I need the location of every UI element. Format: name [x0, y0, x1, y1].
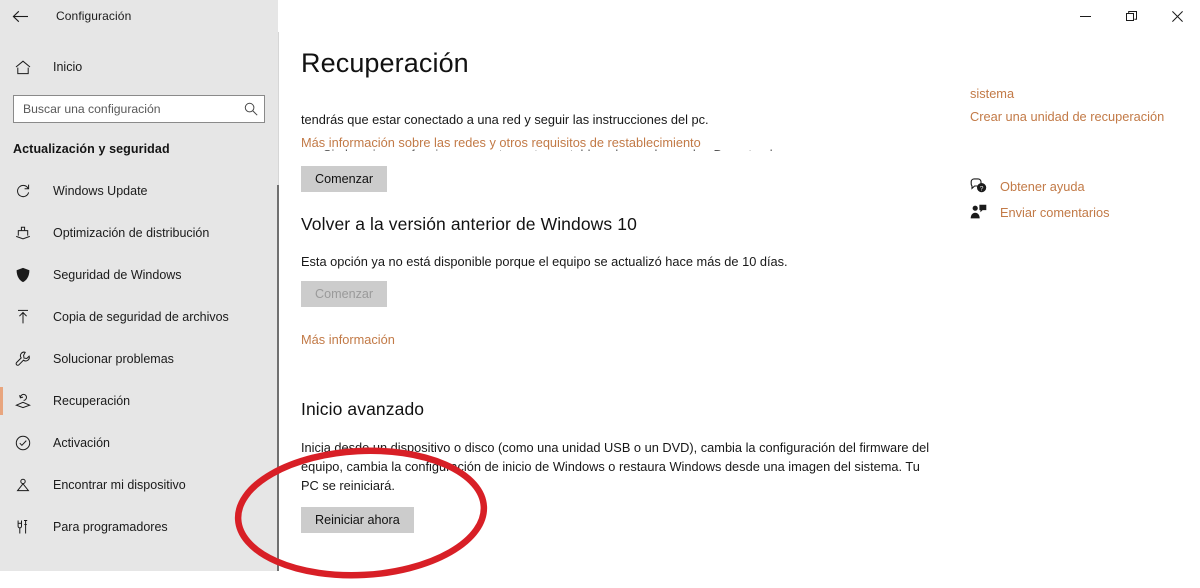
rollback-description: Esta opción ya no está disponible porque… — [301, 254, 788, 269]
sidebar-item-troubleshoot[interactable]: Solucionar problemas — [0, 338, 278, 380]
help-bubble-icon: ? — [970, 178, 998, 194]
restart-now-button[interactable]: Reiniciar ahora — [301, 507, 414, 533]
sidebar-item-windows-update[interactable]: Windows Update — [0, 170, 278, 212]
restore-icon — [1125, 10, 1137, 22]
sidebar-item-find-my-device[interactable]: Encontrar mi dispositivo — [0, 464, 278, 506]
sidebar-item-recovery[interactable]: Recuperación — [0, 380, 278, 422]
settings-window: Configuración Inicio Buscar una configur… — [0, 0, 1200, 579]
related-links-rail: sistema Crear una unidad de recuperación… — [970, 82, 1200, 225]
title-bar-left: Configuración — [0, 0, 278, 32]
shield-icon — [15, 267, 37, 283]
back-button[interactable] — [0, 0, 40, 32]
close-button[interactable] — [1154, 0, 1200, 32]
sidebar-item-label: Windows Update — [53, 184, 148, 198]
rail-support-group: ? Obtener ayuda Enviar comentarios — [970, 173, 1200, 225]
selection-accent — [0, 261, 3, 289]
page-title: Recuperación — [301, 48, 469, 78]
sidebar-item-label: Encontrar mi dispositivo — [53, 478, 186, 492]
restore-button[interactable] — [1108, 0, 1154, 32]
section-rollback: Volver a la versión anterior de Windows … — [301, 214, 941, 349]
rollback-more-info-link[interactable]: Más información — [301, 330, 395, 349]
sidebar-item-label: Optimización de distribución — [53, 226, 210, 240]
rail-get-help[interactable]: ? Obtener ayuda — [970, 173, 1200, 199]
advanced-heading: Inicio avanzado — [301, 399, 425, 419]
advanced-description: Inicia desde un dispositivo o disco (com… — [301, 440, 930, 493]
rail-action-label: Enviar comentarios — [1000, 204, 1110, 220]
selection-accent — [0, 345, 3, 373]
recovery-icon — [15, 393, 37, 409]
home-icon — [15, 60, 37, 75]
sidebar-nav-list: Windows Update Optimización de distribuc… — [0, 170, 278, 548]
sidebar-item-for-developers[interactable]: Para programadores — [0, 506, 278, 548]
rail-link-system[interactable]: sistema — [970, 82, 1200, 105]
minimize-button[interactable] — [1062, 0, 1108, 32]
selection-accent — [0, 429, 3, 457]
check-circle-icon — [15, 435, 37, 451]
sidebar-item-windows-security[interactable]: Seguridad de Windows — [0, 254, 278, 296]
sidebar-item-delivery-optimization[interactable]: Optimización de distribución — [0, 212, 278, 254]
sidebar-item-activation[interactable]: Activación — [0, 422, 278, 464]
reset-clipped-text: Si el equipo no funciona correctamente, … — [323, 145, 943, 151]
selection-accent — [0, 219, 3, 247]
title-bar: Configuración — [0, 0, 1200, 32]
search-box[interactable] — [13, 95, 265, 123]
sidebar-item-label: Copia de seguridad de archivos — [53, 310, 229, 324]
rollback-start-button[interactable]: Comenzar — [301, 281, 388, 307]
sidebar-item-label: Seguridad de Windows — [53, 268, 182, 282]
sidebar-item-label: Activación — [53, 436, 110, 450]
find-device-icon — [15, 477, 37, 493]
sidebar-item-label: Para programadores — [53, 520, 168, 534]
reset-description: tendrás que estar conectado a una red y … — [301, 112, 709, 127]
close-icon — [1171, 10, 1183, 22]
rollback-heading: Volver a la versión anterior de Windows … — [301, 214, 637, 234]
reset-start-button[interactable]: Comenzar — [301, 166, 388, 192]
wrench-icon — [15, 351, 37, 367]
selection-accent — [0, 513, 3, 541]
sidebar: Inicio Actualización y seguridad — [0, 32, 278, 571]
rail-action-label: Obtener ayuda — [1000, 178, 1085, 194]
developer-tools-icon — [15, 519, 37, 535]
search-input[interactable] — [14, 97, 238, 121]
minimize-icon — [1079, 11, 1091, 22]
section-reset-pc: Si el equipo no funciona correctamente, … — [301, 88, 941, 192]
selection-accent — [0, 471, 3, 499]
app-title: Configuración — [56, 9, 132, 23]
rail-send-feedback[interactable]: Enviar comentarios — [970, 199, 1200, 225]
selection-accent — [0, 303, 3, 331]
svg-text:?: ? — [980, 185, 984, 192]
sync-icon — [15, 183, 37, 199]
selection-accent — [0, 387, 3, 415]
sidebar-home-label: Inicio — [53, 60, 83, 74]
search-icon[interactable] — [238, 102, 264, 116]
sidebar-item-label: Recuperación — [53, 394, 131, 408]
sidebar-group-title: Actualización y seguridad — [13, 142, 170, 156]
sidebar-item-label: Solucionar problemas — [53, 352, 174, 366]
backup-upload-icon — [15, 309, 37, 325]
sidebar-item-file-backup[interactable]: Copia de seguridad de archivos — [0, 296, 278, 338]
feedback-person-icon — [970, 204, 998, 220]
section-advanced-startup: Inicio avanzado Inicia desde un disposit… — [301, 399, 941, 533]
rail-link-create-recovery-drive[interactable]: Crear una unidad de recuperación — [970, 105, 1200, 128]
sidebar-item-home[interactable]: Inicio — [0, 52, 278, 82]
sidebar-scrollbar[interactable] — [277, 185, 279, 571]
selection-accent — [0, 177, 3, 205]
main-content: Recuperación Si el equipo no funciona co… — [279, 32, 1200, 571]
window-controls — [1062, 0, 1200, 32]
back-arrow-icon — [12, 10, 29, 23]
delivery-optimization-icon — [15, 225, 37, 241]
